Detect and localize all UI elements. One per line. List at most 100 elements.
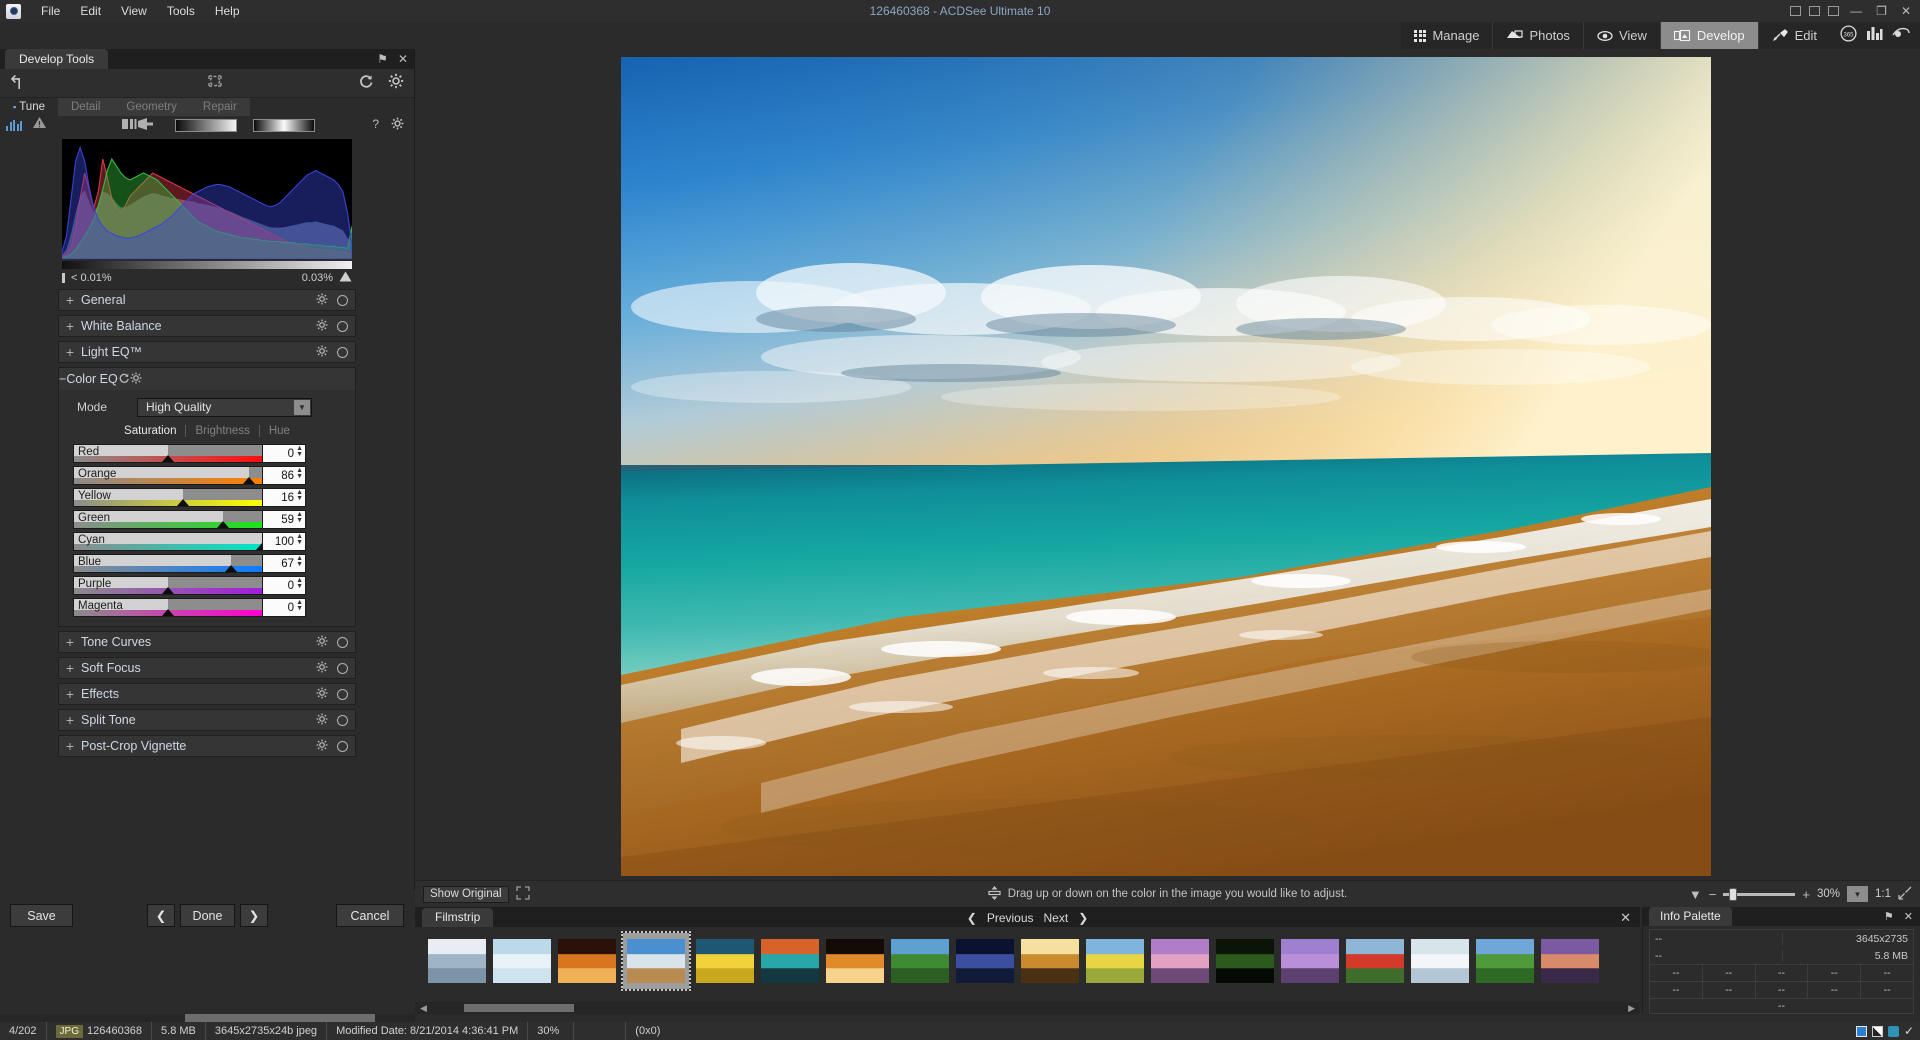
slider-value-field[interactable]: 0▲▼: [263, 444, 306, 463]
expand-toggle-icon[interactable]: +: [59, 738, 81, 754]
shadow-clip-icon[interactable]: [62, 273, 65, 283]
expand-toggle-icon[interactable]: +: [59, 344, 81, 360]
gear-icon[interactable]: [316, 687, 328, 702]
slider-value-field[interactable]: 100▲▼: [263, 532, 306, 551]
layout-icon-3[interactable]: [1828, 6, 1839, 16]
channel-tab-hue[interactable]: Hue: [260, 425, 299, 437]
chart-icon[interactable]: [1866, 26, 1883, 46]
filmstrip-thumb[interactable]: [696, 939, 754, 983]
slider-track[interactable]: Purple: [73, 576, 263, 595]
zoom-dropdown[interactable]: ▼: [1847, 886, 1868, 902]
slider-green[interactable]: Green59▲▼: [73, 510, 345, 529]
expand-toggle-icon[interactable]: +: [59, 686, 81, 702]
slider-value-field[interactable]: 86▲▼: [263, 466, 306, 485]
spinner-icon[interactable]: ▲▼: [296, 578, 303, 590]
spinner-icon[interactable]: ▲▼: [296, 556, 303, 568]
filmstrip-thumb[interactable]: [761, 939, 819, 983]
scroll-thumb[interactable]: [464, 1004, 574, 1012]
subtab-detail[interactable]: Detail: [58, 98, 113, 116]
slider-track[interactable]: Red: [73, 444, 263, 463]
hscroll-thumb[interactable]: [185, 1014, 375, 1022]
done-button[interactable]: Done: [180, 904, 235, 927]
slider-value-field[interactable]: 0▲▼: [263, 598, 306, 617]
subtab-repair[interactable]: Repair: [190, 98, 250, 116]
zoom-slider-knob[interactable]: [1729, 888, 1737, 901]
tab-develop[interactable]: Develop: [1660, 22, 1758, 49]
previous-button[interactable]: Previous: [987, 911, 1034, 925]
slider-track[interactable]: Cyan: [73, 532, 263, 551]
spinner-icon[interactable]: ▲▼: [296, 600, 303, 612]
expand-toggle-icon[interactable]: +: [59, 318, 81, 334]
collapse-toggle-icon[interactable]: −: [59, 372, 66, 386]
clipping-warning-icon[interactable]: [32, 116, 47, 134]
slider-magenta[interactable]: Magenta0▲▼: [73, 598, 345, 617]
scroll-left-icon[interactable]: ◀: [415, 1003, 432, 1014]
filmstrip-thumb[interactable]: [1346, 939, 1404, 983]
next-arrow-icon[interactable]: ❯: [1078, 911, 1088, 925]
section-color-eq-header[interactable]: −Color EQ: [59, 368, 355, 390]
spinner-icon[interactable]: ▲▼: [296, 512, 303, 524]
zoom-out-button[interactable]: −: [1709, 887, 1717, 902]
slider-purple[interactable]: Purple0▲▼: [73, 576, 345, 595]
pin-icon[interactable]: ⚑: [1884, 910, 1894, 923]
tab-view[interactable]: View: [1583, 22, 1660, 49]
slider-handle[interactable]: [162, 455, 174, 462]
filmstrip-thumb[interactable]: [1021, 939, 1079, 983]
slider-handle[interactable]: [243, 477, 255, 484]
next-button[interactable]: Next: [1044, 911, 1069, 925]
close-button[interactable]: ✕: [1898, 0, 1914, 22]
eye-swoosh-icon[interactable]: [1892, 26, 1910, 45]
brush-icon[interactable]: [122, 117, 156, 134]
section-tone-curves[interactable]: +Tone Curves: [58, 631, 356, 653]
tab-photos[interactable]: Photos: [1492, 22, 1582, 49]
focus-target-icon[interactable]: [205, 72, 225, 95]
mode-dropdown[interactable]: High Quality▼: [137, 398, 312, 417]
database-icon[interactable]: [1888, 1026, 1899, 1037]
filmstrip-thumb[interactable]: [956, 939, 1014, 983]
close-icon[interactable]: ✕: [1904, 910, 1913, 923]
zoom-collapse-icon[interactable]: ▼: [1689, 887, 1702, 902]
gear-icon[interactable]: [316, 739, 328, 754]
section-effects[interactable]: +Effects: [58, 683, 356, 705]
gear-icon[interactable]: [316, 345, 328, 360]
gear-icon[interactable]: [316, 293, 328, 308]
spinner-icon[interactable]: ▲▼: [296, 468, 303, 480]
menu-tools[interactable]: Tools: [157, 1, 205, 21]
minimize-button[interactable]: —: [1847, 0, 1865, 22]
gear-icon[interactable]: [316, 661, 328, 676]
filmstrip-thumb[interactable]: [826, 939, 884, 983]
menu-view[interactable]: View: [111, 1, 157, 21]
menu-file[interactable]: File: [31, 1, 70, 21]
slider-handle[interactable]: [162, 587, 174, 594]
spinner-icon[interactable]: ▲▼: [296, 534, 303, 546]
slider-handle[interactable]: [256, 543, 263, 550]
filmstrip-close-icon[interactable]: ✕: [1620, 910, 1631, 926]
slider-handle[interactable]: [162, 609, 174, 616]
preview-image[interactable]: [621, 57, 1711, 876]
menu-help[interactable]: Help: [205, 1, 250, 21]
channel-tab-brightness[interactable]: Brightness: [186, 425, 259, 437]
gear-icon[interactable]: [391, 117, 404, 133]
section-general[interactable]: +General: [58, 289, 356, 311]
help-icon[interactable]: ?: [372, 117, 379, 133]
gear-icon[interactable]: [130, 373, 142, 387]
channel-tab-saturation[interactable]: Saturation: [115, 425, 186, 437]
close-panel-icon[interactable]: ✕: [398, 52, 408, 66]
radial-gradient-swatch[interactable]: [253, 119, 315, 132]
highlight-clip-icon[interactable]: [339, 271, 352, 285]
acdsee-365-icon[interactable]: 365: [1840, 25, 1857, 47]
section-post-crop-vignette[interactable]: +Post-Crop Vignette: [58, 735, 356, 757]
enable-toggle[interactable]: [337, 347, 348, 358]
slider-track[interactable]: Orange: [73, 466, 263, 485]
filmstrip-thumb-selected[interactable]: [623, 933, 689, 989]
slider-yellow[interactable]: Yellow16▲▼: [73, 488, 345, 507]
histogram-bars-icon[interactable]: [6, 120, 22, 131]
slider-value-field[interactable]: 67▲▼: [263, 554, 306, 573]
slider-value-field[interactable]: 59▲▼: [263, 510, 306, 529]
section-white-balance[interactable]: +White Balance: [58, 315, 356, 337]
slider-handle[interactable]: [177, 499, 189, 506]
slider-red[interactable]: Red0▲▼: [73, 444, 345, 463]
develop-tools-tab[interactable]: Develop Tools: [5, 49, 108, 69]
info-palette-tab[interactable]: Info Palette: [1649, 907, 1732, 926]
slider-cyan[interactable]: Cyan100▲▼: [73, 532, 345, 551]
